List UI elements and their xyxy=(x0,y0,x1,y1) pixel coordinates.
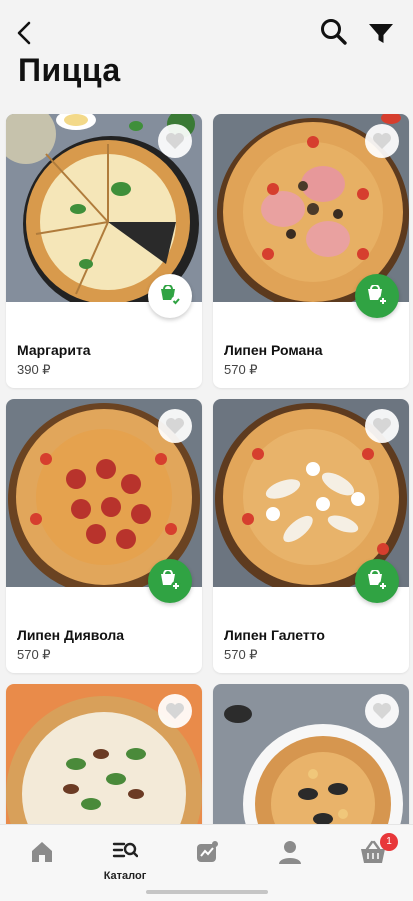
product-name: Липен Диявола xyxy=(17,627,125,643)
nav-profile[interactable] xyxy=(260,839,320,870)
filter-button[interactable] xyxy=(366,18,396,48)
heart-icon xyxy=(166,133,184,149)
heart-icon xyxy=(373,418,391,434)
nav-catalog-label: Каталог xyxy=(103,870,147,882)
product-price: 390 ₽ xyxy=(17,362,51,377)
cart-add-icon xyxy=(368,570,388,591)
heart-icon xyxy=(166,703,184,719)
product-name: Липен Романа xyxy=(224,342,323,358)
product-price: 570 ₽ xyxy=(17,647,51,662)
favorite-button[interactable] xyxy=(365,409,399,443)
page-title: Пицца xyxy=(18,52,121,88)
heart-icon xyxy=(166,418,184,434)
favorite-button[interactable] xyxy=(158,409,192,443)
product-card[interactable]: Липен Диявола 570 ₽ xyxy=(6,399,202,673)
add-to-cart-button[interactable] xyxy=(148,559,192,603)
back-button[interactable] xyxy=(10,18,40,48)
product-price: 570 ₽ xyxy=(224,362,258,377)
search-button[interactable] xyxy=(318,16,350,48)
nav-trending[interactable] xyxy=(177,839,237,870)
heart-icon xyxy=(373,133,391,149)
product-card[interactable]: Липен Галетто 570 ₽ xyxy=(213,399,409,673)
home-indicator xyxy=(146,890,268,894)
favorite-button[interactable] xyxy=(365,124,399,158)
cart-check-icon xyxy=(161,285,181,306)
in-cart-button[interactable] xyxy=(148,274,192,318)
favorite-button[interactable] xyxy=(365,694,399,728)
filter-icon xyxy=(369,24,393,43)
cart-add-icon xyxy=(161,570,181,591)
cart-count-badge: 1 xyxy=(380,833,398,851)
nav-home[interactable] xyxy=(12,839,72,870)
profile-icon xyxy=(279,841,301,864)
home-icon xyxy=(32,842,52,862)
catalog-icon xyxy=(112,842,139,858)
add-to-cart-button[interactable] xyxy=(355,559,399,603)
product-card[interactable]: Маргарита 390 ₽ xyxy=(6,114,202,388)
heart-icon xyxy=(373,703,391,719)
add-to-cart-button[interactable] xyxy=(355,274,399,318)
product-card[interactable]: Липен Романа 570 ₽ xyxy=(213,114,409,388)
favorite-button[interactable] xyxy=(158,124,192,158)
favorite-button[interactable] xyxy=(158,694,192,728)
product-price: 570 ₽ xyxy=(224,647,258,662)
product-name: Маргарита xyxy=(17,342,91,358)
chevron-left-icon xyxy=(17,21,31,45)
top-bar: Пицца xyxy=(0,0,413,110)
search-icon xyxy=(321,19,347,45)
trending-icon xyxy=(197,841,218,862)
product-name: Липен Галетто xyxy=(224,627,325,643)
cart-add-icon xyxy=(368,285,388,306)
nav-catalog[interactable]: Каталог xyxy=(95,839,155,882)
